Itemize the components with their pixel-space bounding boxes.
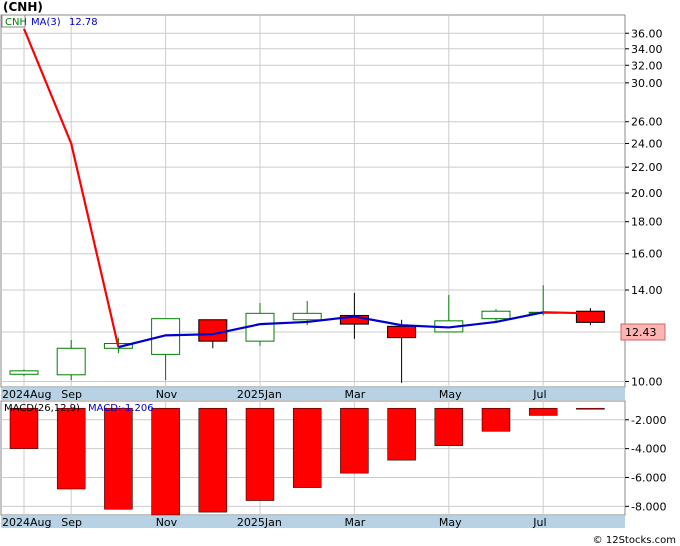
chart-canvas: (CNH) 10.0012.0014.0016.0018.0020.0022.0… xyxy=(0,0,676,546)
price-y-tick-label: 34.00 xyxy=(631,43,663,56)
price-y-tick-label: 10.00 xyxy=(631,376,663,389)
credit-label: © 12Stocks.com xyxy=(593,535,676,546)
macd-bar xyxy=(576,407,605,410)
price-panel xyxy=(0,14,626,388)
legend-symbol: CNH xyxy=(5,17,27,28)
price-legend: CNH MA(3) 12.78 xyxy=(1,14,98,28)
macd-y-tick-label: -6.000 xyxy=(631,471,666,484)
price-y-tick-label: 20.00 xyxy=(631,187,663,200)
price-y-tick-label: 36.00 xyxy=(631,27,663,40)
macd-bar xyxy=(104,407,133,510)
macd-x-tick-label: Jul xyxy=(532,516,546,529)
last-price-badge: 12.43 xyxy=(620,323,666,341)
candle-body-up xyxy=(481,310,511,320)
macd-y-tick-label: -4.000 xyxy=(631,443,666,456)
macd-bar xyxy=(292,407,322,488)
chart-title: (CNH) xyxy=(3,0,43,14)
price-y-tick-label: 22.00 xyxy=(631,161,663,174)
candle-body-down xyxy=(198,319,228,342)
macd-bar xyxy=(340,407,369,474)
macd-bar xyxy=(56,407,86,490)
macd-x-tick-label: Nov xyxy=(156,516,178,529)
price-x-tick-label: Nov xyxy=(156,388,178,401)
macd-legend-name: MACD(26,12,9) xyxy=(4,403,80,414)
macd-bar xyxy=(528,407,558,416)
macd-legend: MACD(26,12,9) MACD:-1.206 xyxy=(4,403,154,414)
macd-x-axis-band xyxy=(1,516,625,528)
candle-body-up xyxy=(151,318,181,355)
price-x-tick-label: Jul xyxy=(532,388,546,401)
price-x-tick-label: Sep xyxy=(61,388,82,401)
macd-x-tick-label: Mar xyxy=(345,516,366,529)
macd-bar xyxy=(434,407,464,446)
candle-body-up xyxy=(9,370,39,375)
macd-x-tick-label: May xyxy=(439,516,462,529)
legend-ma-label: MA(3) xyxy=(31,17,61,28)
candle-body-up xyxy=(292,312,322,321)
candle-body-up xyxy=(56,347,86,376)
price-y-tick-label: 24.00 xyxy=(631,137,663,150)
price-x-axis-band xyxy=(1,388,625,400)
price-y-tick-label: 30.00 xyxy=(631,77,663,90)
macd-x-tick-label: 2025Jan xyxy=(237,516,282,529)
price-y-tick-label: 16.00 xyxy=(631,248,663,261)
macd-y-axis: -2.000 -4.000 -6.000 -8.000 xyxy=(625,414,666,513)
price-x-tick-label: Mar xyxy=(345,388,366,401)
candle-body-down xyxy=(387,325,417,339)
price-y-tick-label: 14.00 xyxy=(631,284,663,297)
legend-ma-value: 12.78 xyxy=(69,17,98,28)
price-y-tick-label: 32.00 xyxy=(631,59,663,72)
macd-bar xyxy=(387,407,416,461)
price-x-tick-label: 2024Aug xyxy=(2,388,51,401)
macd-bar xyxy=(198,407,228,513)
price-x-tick-label: May xyxy=(439,388,462,401)
macd-bar xyxy=(245,407,275,501)
macd-bar xyxy=(9,407,39,449)
ma-tail-line xyxy=(543,311,591,315)
macd-y-tick-label: -8.000 xyxy=(631,500,666,513)
price-y-tick-label: 18.00 xyxy=(631,216,663,229)
macd-legend-value: MACD:-1.206 xyxy=(88,403,154,414)
macd-y-tick-label: -2.000 xyxy=(631,414,666,427)
macd-bar xyxy=(481,407,511,432)
macd-x-tick-label: 2024Aug xyxy=(2,516,51,529)
last-price-label: 12.43 xyxy=(625,326,657,339)
macd-bar xyxy=(151,407,180,516)
macd-x-tick-label: Sep xyxy=(61,516,82,529)
price-y-tick-label: 26.00 xyxy=(631,116,663,129)
price-x-tick-label: 2025Jan xyxy=(237,388,282,401)
